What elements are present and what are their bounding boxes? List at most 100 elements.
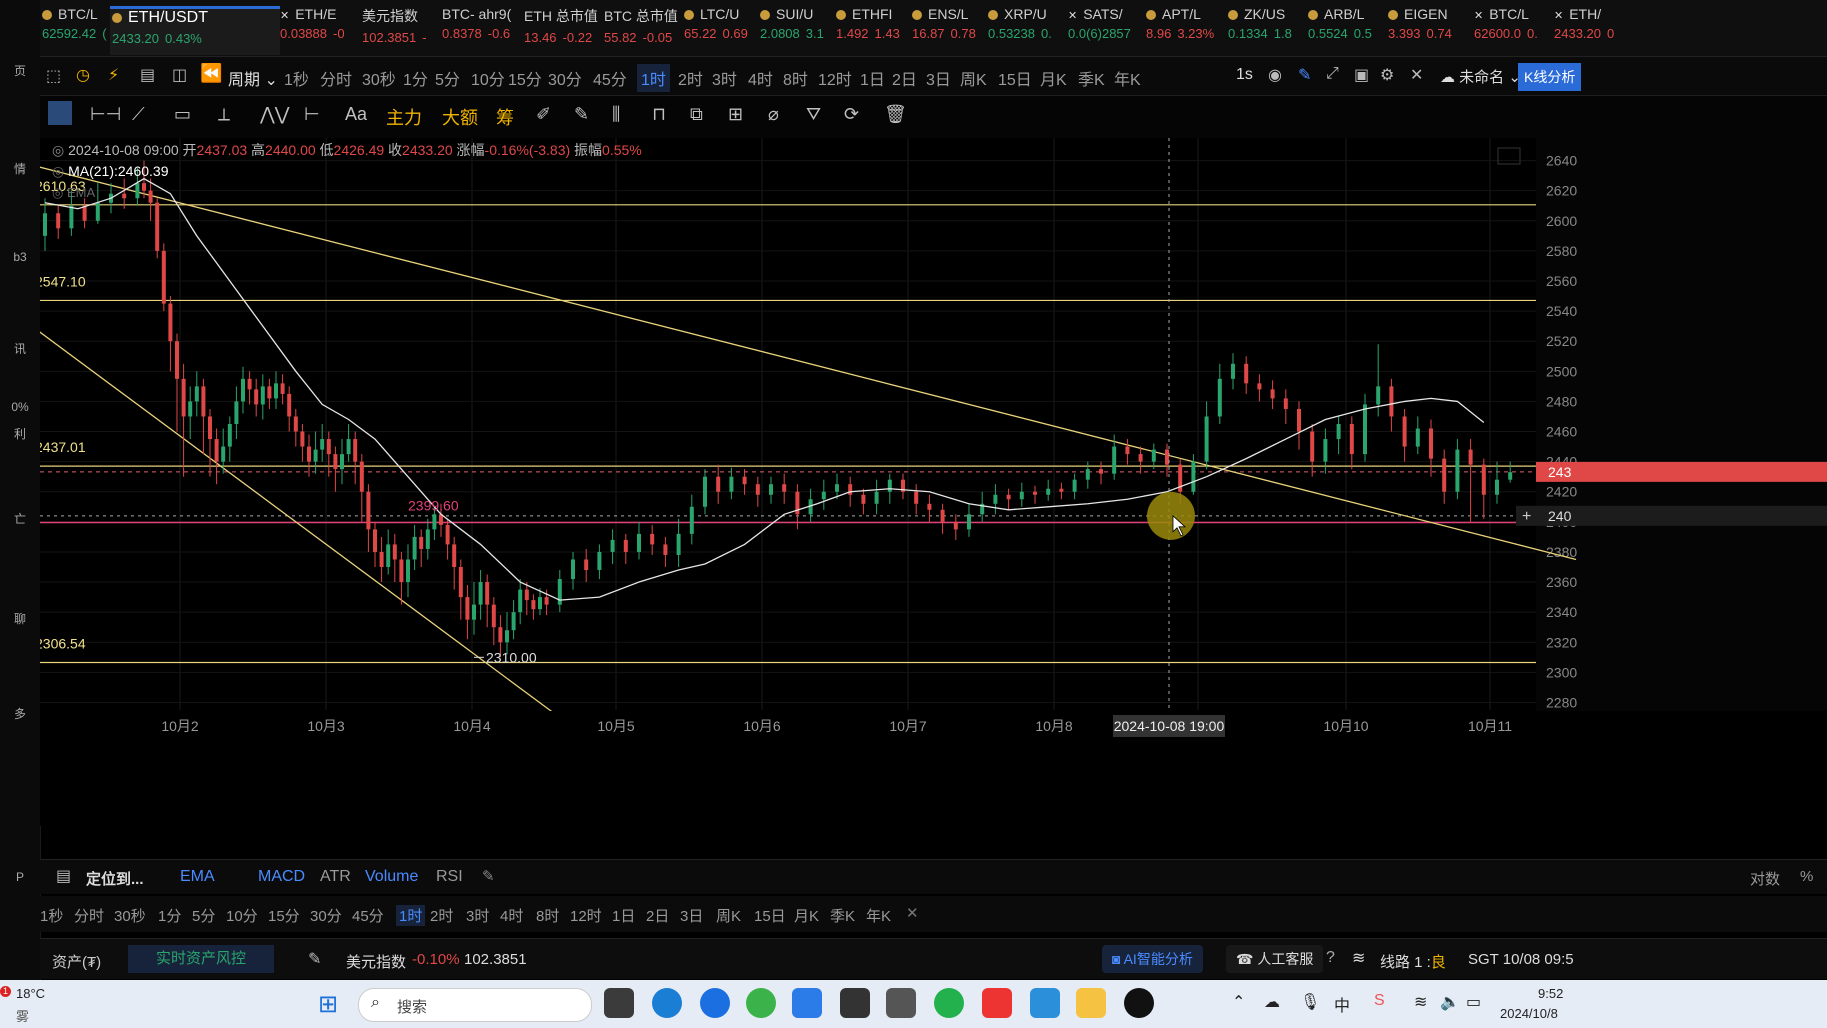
candle-body[interactable] [1442, 458, 1447, 492]
candle-body[interactable] [227, 424, 232, 447]
ai-analysis-button[interactable]: ◙ AI智能分析 [1102, 945, 1203, 973]
candle-body[interactable] [419, 536, 424, 549]
candle-body[interactable] [1059, 488, 1064, 492]
candle-body[interactable] [1072, 479, 1077, 492]
secondary-period-button[interactable]: 2时 [430, 905, 453, 926]
candle-body[interactable] [1468, 449, 1473, 465]
candle-body[interactable] [1231, 363, 1235, 379]
candle-body[interactable] [241, 378, 245, 402]
secondary-period-button[interactable]: 30秒 [114, 905, 146, 926]
workspace-dropdown[interactable]: ☁ 未命名 ⌄ [1440, 66, 1521, 87]
secondary-period-button[interactable]: 季K [830, 905, 855, 926]
candle-body[interactable] [353, 439, 358, 462]
refresh-icon[interactable]: ⟳ [844, 104, 859, 125]
candle-body[interactable] [280, 383, 285, 394]
ema-eye-icon[interactable]: ◎ [52, 185, 63, 200]
candle-body[interactable] [43, 213, 47, 236]
candle-body[interactable] [142, 183, 146, 191]
candle-body[interactable] [82, 205, 87, 221]
candle-body[interactable] [1099, 469, 1103, 474]
ticker-item[interactable]: ETHFI 1.492 1.43 [834, 6, 912, 52]
trash-icon[interactable]: 🗑 [884, 104, 907, 125]
candle-body[interactable] [267, 386, 272, 399]
candle-body[interactable] [221, 446, 226, 462]
candle-body[interactable] [287, 393, 292, 417]
ticker-item[interactable]: ZK/US 0.1334 1.8 [1226, 6, 1308, 52]
candle-body[interactable] [1429, 428, 1433, 459]
secondary-period-button[interactable]: 45分 [352, 905, 384, 926]
secondary-period-button[interactable]: 2日 [646, 905, 669, 926]
period-button[interactable]: 5分 [435, 66, 460, 90]
left-strip-item[interactable]: b3 [0, 250, 40, 264]
candle-body[interactable] [584, 559, 589, 571]
ema-toggle[interactable]: EMA [180, 868, 215, 886]
candle-body[interactable] [300, 431, 305, 447]
candle-body[interactable] [406, 559, 410, 583]
candle-body[interactable] [1323, 439, 1328, 462]
left-strip-item[interactable]: 页 [0, 62, 40, 79]
cycle-dropdown[interactable]: 周期 ⌄ [228, 66, 278, 90]
candle-body[interactable] [524, 589, 529, 601]
secondary-period-button[interactable]: 3日 [680, 905, 703, 926]
candle-body[interactable] [1495, 479, 1499, 495]
trend-line-icon[interactable]: ⟋ [132, 104, 145, 125]
edge-icon[interactable] [652, 988, 682, 1018]
candle-body[interactable] [1297, 408, 1301, 432]
period-button[interactable]: 3时 [712, 66, 737, 90]
secondary-period-button[interactable]: 15分 [268, 905, 300, 926]
flash-icon[interactable]: ⚡ [108, 65, 119, 85]
candle-body[interactable] [940, 509, 945, 522]
candle-body[interactable] [1191, 461, 1196, 492]
candle-body[interactable] [491, 604, 496, 628]
secondary-period-button[interactable]: 15日 [754, 905, 786, 926]
edit-icon[interactable]: ✎ [308, 949, 321, 969]
candle-body[interactable] [425, 529, 430, 549]
secondary-period-button[interactable]: 3时 [466, 905, 489, 926]
candle-body[interactable] [623, 539, 628, 552]
network-icon[interactable]: ≋ [1414, 992, 1427, 1012]
candle-body[interactable] [511, 612, 516, 631]
main-force-tool[interactable]: 主力 [386, 104, 422, 130]
candle-body[interactable] [557, 579, 562, 605]
candle-body[interactable] [689, 506, 694, 534]
candle-body[interactable] [1138, 454, 1143, 462]
left-strip-item[interactable]: 多 [0, 705, 40, 722]
log-scale-toggle[interactable]: 对数 [1750, 868, 1780, 889]
candle-body[interactable] [1046, 488, 1051, 495]
candle-body[interactable] [161, 250, 166, 304]
candle-body[interactable] [861, 494, 866, 504]
volume-toggle[interactable]: Volume [365, 868, 418, 886]
period-button[interactable]: 4时 [748, 66, 773, 90]
candle-body[interactable] [472, 604, 476, 620]
chart-type-icon[interactable]: ⬚ [46, 66, 61, 86]
assets-label[interactable]: 资产(₮) [52, 951, 101, 972]
line-status[interactable]: 线路 1 :良 [1380, 951, 1446, 972]
candle-body[interactable] [1402, 416, 1407, 447]
plus-icon[interactable]: + [1522, 508, 1531, 525]
candle-body[interactable] [379, 551, 384, 567]
period-button[interactable]: 15日 [998, 66, 1032, 90]
secondary-period-button[interactable]: 1秒 [40, 905, 63, 926]
pen-icon[interactable]: ✎ [1298, 65, 1311, 85]
template-icon[interactable]: ⊞ [728, 104, 743, 125]
rsi-toggle[interactable]: RSI [436, 868, 463, 886]
measure-icon[interactable]: ⊢ [304, 104, 320, 125]
period-button[interactable]: 3日 [926, 66, 951, 90]
rectangle-icon[interactable]: ▭ [174, 104, 191, 125]
candle-body[interactable] [56, 213, 61, 229]
secondary-period-button[interactable]: 周K [716, 905, 741, 926]
eye-icon[interactable]: ◎ [52, 142, 64, 158]
period-button[interactable]: 分时 [320, 66, 352, 90]
ticker-item[interactable]: EIGEN 3.393 0.74 [1386, 6, 1474, 52]
candle-body[interactable] [742, 476, 747, 485]
layout-icon[interactable]: ◫ [172, 65, 187, 85]
atr-toggle[interactable]: ATR [320, 868, 351, 886]
secondary-period-button[interactable]: 分时 [74, 905, 104, 926]
app-chat-icon[interactable] [792, 988, 822, 1018]
candle-body[interactable] [927, 503, 932, 510]
secondary-period-button[interactable]: 12时 [570, 905, 602, 926]
ime-icon[interactable]: 中 [1334, 992, 1350, 1016]
period-button[interactable]: 30分 [548, 66, 582, 90]
candle-body[interactable] [1283, 398, 1288, 409]
candle-body[interactable] [392, 544, 397, 560]
